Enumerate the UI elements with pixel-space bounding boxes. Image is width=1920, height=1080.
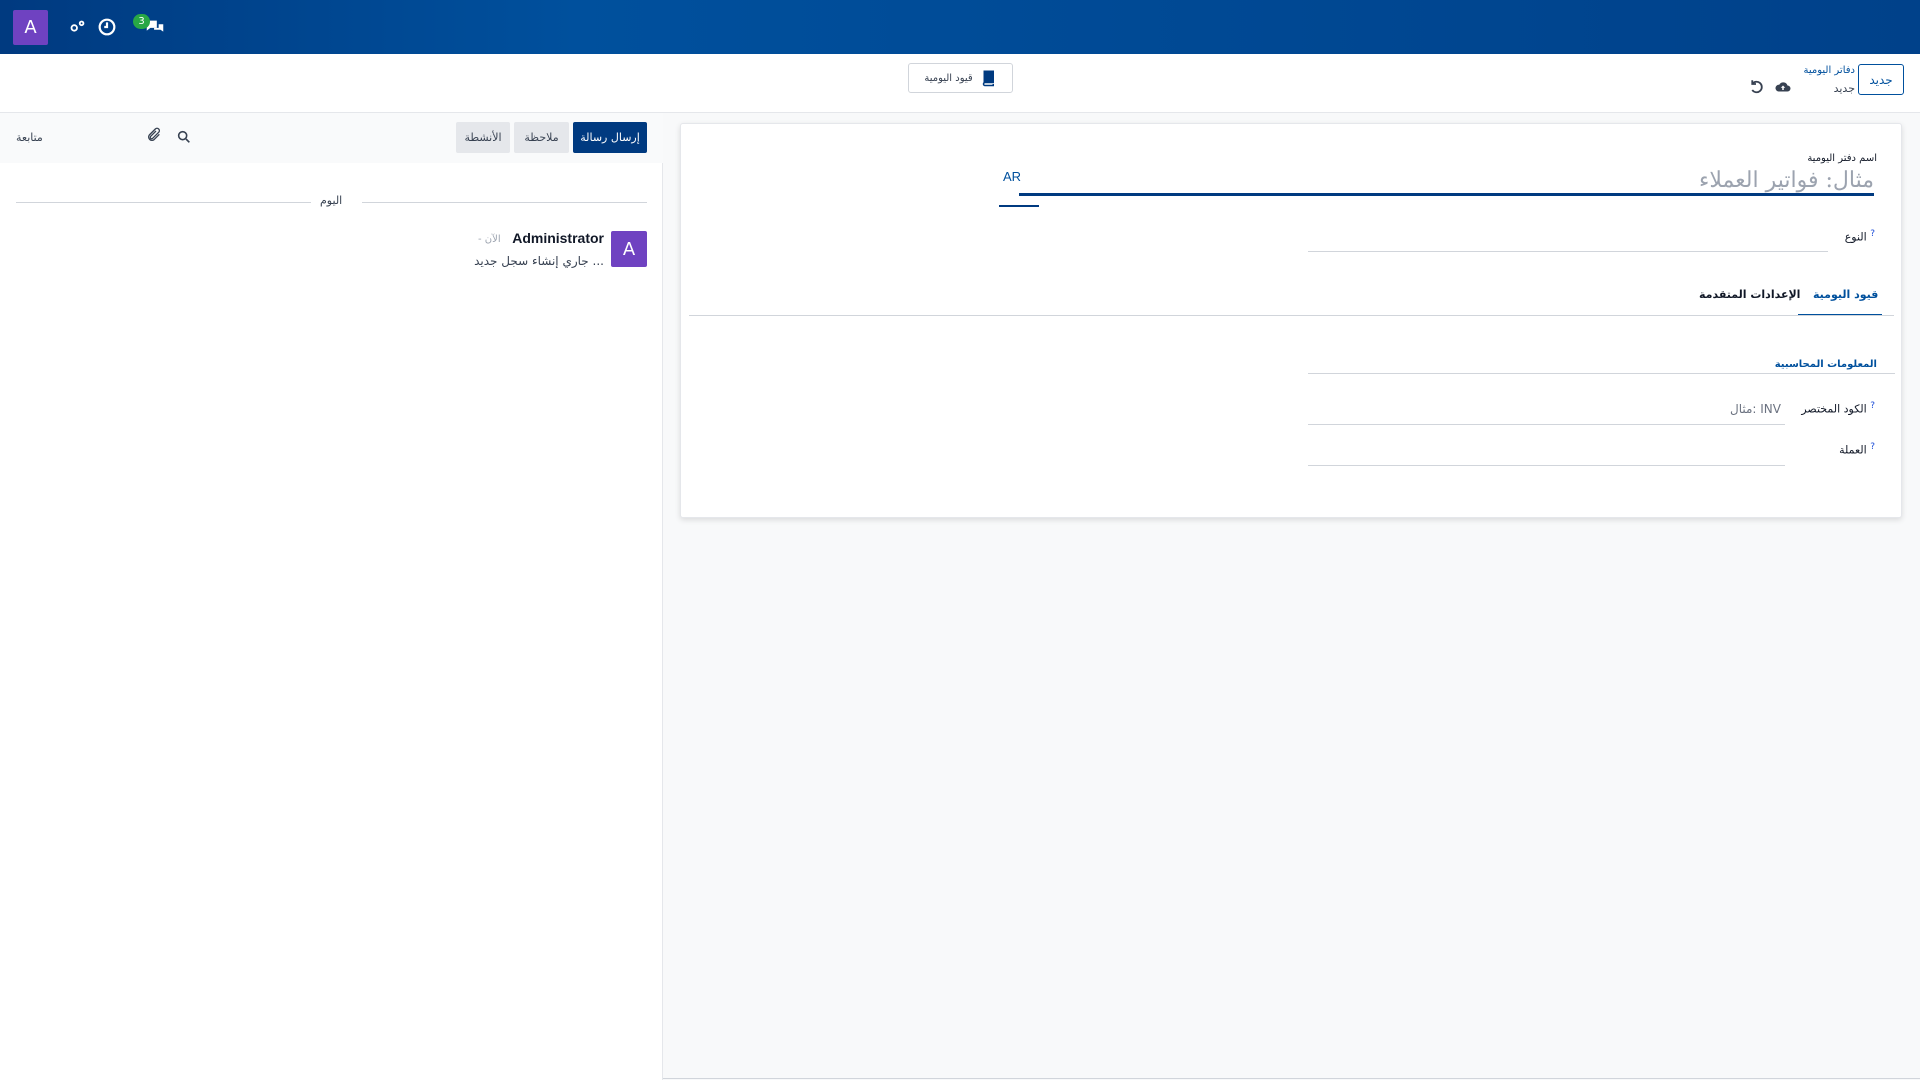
search-icon[interactable] bbox=[176, 129, 192, 145]
message-author[interactable]: Administrator bbox=[512, 230, 604, 246]
currency-label: العملة ? bbox=[1839, 442, 1877, 457]
currency-label-text: العملة bbox=[1839, 443, 1867, 457]
follow-button[interactable]: متابعة bbox=[16, 131, 43, 144]
top-navbar: A 3 bbox=[0, 0, 1920, 54]
notification-badge: 3 bbox=[133, 14, 150, 29]
new-button[interactable]: جديد bbox=[1858, 64, 1904, 95]
today-divider-left bbox=[16, 202, 311, 203]
type-label-text: النوع bbox=[1844, 230, 1867, 244]
log-note-button[interactable]: ملاحظة bbox=[514, 122, 569, 153]
paperclip-icon[interactable] bbox=[146, 127, 162, 143]
control-panel: جديد دفاتر اليومية جديد قيود اليومية bbox=[0, 54, 1920, 113]
cogs-icon[interactable] bbox=[66, 16, 88, 38]
today-divider-right bbox=[362, 202, 647, 203]
discard-icon[interactable] bbox=[1747, 78, 1765, 96]
today-label: اليوم bbox=[320, 194, 343, 207]
tab-journal-entries[interactable]: قيود اليومية bbox=[1813, 288, 1878, 301]
book-icon bbox=[982, 70, 994, 87]
chatter-panel: إرسال رسالة ملاحظة الأنشطة متابعة اليوم … bbox=[0, 113, 663, 1080]
smart-button-label: قيود اليومية bbox=[924, 72, 973, 84]
short-code-label-text: الكود المختصر bbox=[1801, 402, 1867, 416]
journal-entries-smart-button[interactable]: قيود اليومية bbox=[908, 63, 1013, 93]
language-underline bbox=[999, 205, 1039, 207]
help-icon[interactable]: ? bbox=[1870, 229, 1875, 239]
cloud-upload-icon[interactable] bbox=[1774, 78, 1792, 96]
tabs-divider bbox=[689, 315, 1894, 316]
currency-field[interactable] bbox=[1308, 465, 1785, 466]
help-icon[interactable]: ? bbox=[1870, 442, 1875, 452]
accounting-info-section-title: المعلومات المحاسبية bbox=[1774, 359, 1877, 370]
breadcrumb-parent[interactable]: دفاتر اليومية bbox=[1803, 65, 1855, 76]
form-sheet: اسم دفتر اليومية مثال: فواتير العملاء AR… bbox=[680, 123, 1902, 518]
message-author-avatar[interactable]: A bbox=[611, 231, 647, 267]
journal-name-label: اسم دفتر اليومية bbox=[1807, 153, 1877, 164]
short-code-input[interactable]: مثال: INV bbox=[1730, 402, 1781, 416]
chatter-topbar: إرسال رسالة ملاحظة الأنشطة متابعة bbox=[0, 113, 663, 163]
short-code-label: الكود المختصر ? bbox=[1801, 401, 1877, 416]
message-body: جاري إنشاء سجل جديد ... bbox=[474, 254, 604, 268]
short-code-field-line bbox=[1308, 424, 1785, 425]
help-icon[interactable]: ? bbox=[1870, 401, 1875, 411]
message-time: - الآن bbox=[478, 234, 501, 245]
type-label: النوع ? bbox=[1845, 229, 1877, 244]
user-avatar[interactable]: A bbox=[13, 10, 48, 45]
journal-name-input[interactable]: مثال: فواتير العملاء bbox=[1019, 166, 1874, 196]
tab-advanced-settings[interactable]: الإعدادات المتقدمة bbox=[1699, 288, 1800, 301]
activities-button[interactable]: الأنشطة bbox=[456, 122, 510, 153]
bottom-border bbox=[663, 1078, 1920, 1079]
clock-icon[interactable] bbox=[96, 16, 118, 38]
language-toggle[interactable]: AR bbox=[1003, 169, 1021, 184]
section-divider bbox=[1308, 373, 1895, 374]
breadcrumb-current: جديد bbox=[1833, 82, 1855, 95]
send-message-button[interactable]: إرسال رسالة bbox=[573, 122, 647, 153]
type-field[interactable] bbox=[1308, 251, 1828, 252]
